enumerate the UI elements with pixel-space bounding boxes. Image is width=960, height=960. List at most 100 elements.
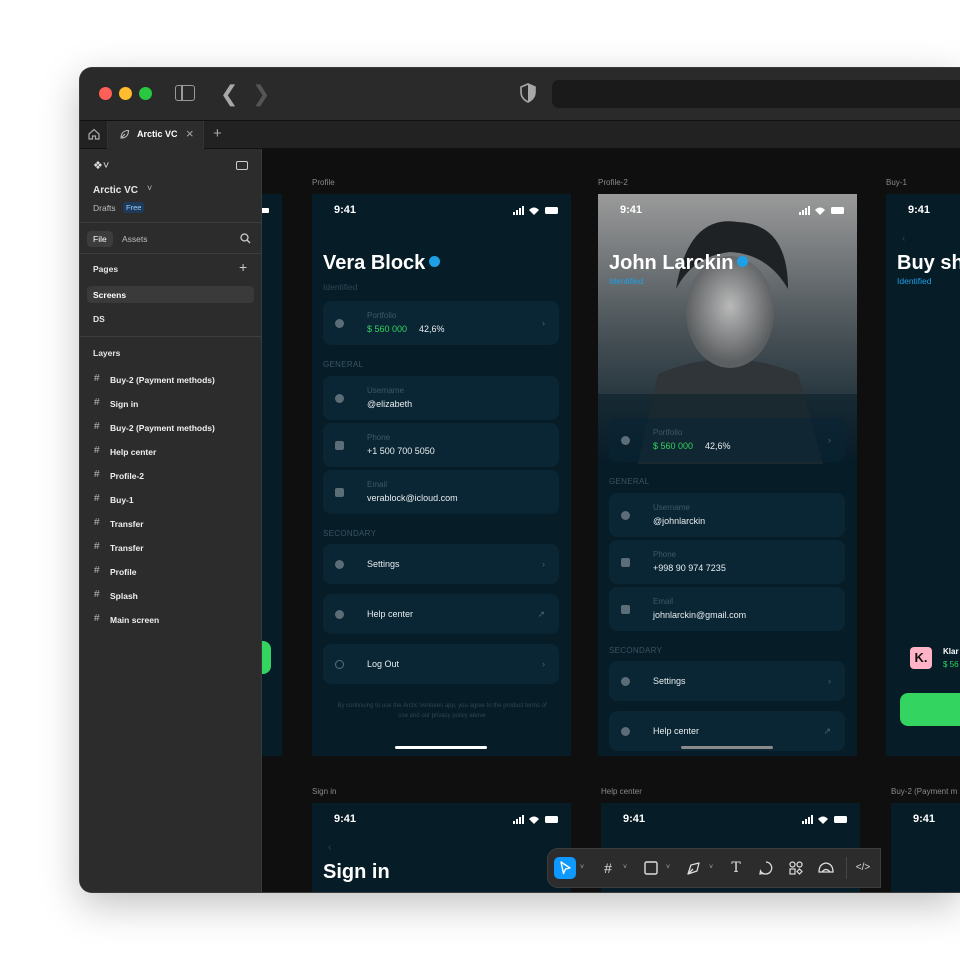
email-row[interactable]: Email johnlarckin@gmail.com	[609, 587, 845, 631]
settings-row[interactable]: Settings ›	[323, 544, 559, 584]
tab-assets[interactable]: Assets	[122, 234, 148, 244]
help-label: Help center	[653, 726, 700, 736]
frame-label-sign-in[interactable]: Sign in	[312, 787, 336, 796]
chevron-right-icon: ›	[828, 435, 831, 445]
status-time: 9:41	[334, 204, 357, 216]
forward-icon[interactable]: ❯	[252, 81, 270, 107]
tab-arctic-vc[interactable]: Arctic VC ×	[108, 121, 204, 149]
chevron-down-icon[interactable]: ˅	[709, 864, 713, 871]
frame-label-help-center[interactable]: Help center	[601, 787, 642, 796]
help-row[interactable]: Help center ↗	[323, 594, 559, 634]
chevron-down-icon[interactable]: ˅	[147, 183, 152, 193]
frame-profile[interactable]: 9:41 Vera Block Identified Portfolio $ 5…	[312, 194, 571, 756]
back-icon[interactable]: ❮	[220, 81, 238, 107]
phone-row[interactable]: Phone +1 500 700 5050	[323, 423, 559, 467]
logout-row[interactable]: Log Out ›	[323, 644, 559, 684]
layer-item[interactable]: Help center	[110, 447, 156, 457]
gear-icon	[621, 677, 630, 686]
phone-row[interactable]: Phone +998 90 974 7235	[609, 540, 845, 584]
layer-item[interactable]: Buy-2 (Payment methods)	[110, 375, 215, 385]
layer-item[interactable]: Sign in	[110, 399, 138, 409]
status-icons	[802, 815, 847, 824]
email-row[interactable]: Email verablock@icloud.com	[323, 470, 559, 514]
email-value: johnlarckin@gmail.com	[653, 610, 747, 620]
project-name[interactable]: Arctic VC	[93, 185, 138, 196]
tab-file[interactable]: File	[87, 231, 113, 247]
frame-profile-2[interactable]: 9:41 John Larckin Identified Portfolio $…	[598, 194, 857, 756]
settings-row[interactable]: Settings ›	[609, 661, 845, 701]
tab-bar: Arctic VC × +	[80, 120, 960, 149]
chevron-down-icon[interactable]: ˅	[623, 864, 627, 871]
actions-tool-icon[interactable]	[815, 857, 837, 879]
klarna-logo: K.	[910, 647, 932, 669]
text-tool-icon[interactable]: T	[725, 857, 747, 879]
frame-sign-in[interactable]: 9:41 ‹ Sign in	[312, 803, 571, 892]
portfolio-card[interactable]: Portfolio $ 560 000 42,6% ›	[609, 418, 845, 462]
frame-label-buy-1[interactable]: Buy-1	[886, 178, 907, 187]
verified-icon	[429, 256, 441, 268]
portfolio-label: Portfolio	[653, 428, 683, 437]
sidebar-toggle-icon[interactable]	[175, 85, 195, 101]
portfolio-card[interactable]: Portfolio $ 560 000 42,6% ›	[323, 301, 559, 345]
help-row[interactable]: Help center ↗	[609, 711, 845, 751]
panel-toggle-icon[interactable]	[236, 161, 248, 170]
dev-mode-icon[interactable]: </>	[852, 857, 874, 879]
home-tab[interactable]	[80, 121, 108, 149]
mail-icon	[621, 605, 630, 614]
maximize-window-button[interactable]	[139, 87, 152, 100]
layer-item[interactable]: Buy-2 (Payment methods)	[110, 423, 215, 433]
page-item-label: Screens	[93, 290, 127, 300]
page-item-ds[interactable]: DS	[93, 314, 105, 324]
gear-icon	[335, 560, 344, 569]
layer-item[interactable]: Splash	[110, 591, 138, 601]
pen-tool-icon[interactable]	[683, 857, 705, 879]
comment-tool-icon[interactable]	[755, 857, 777, 879]
move-tool-icon[interactable]	[554, 857, 576, 879]
leaf-icon	[120, 129, 130, 139]
frame-buy-1[interactable]: 9:41 ‹ Buy sh Identified K. Klar $ 56	[886, 194, 960, 756]
portfolio-value: $ 560 000	[653, 441, 694, 451]
search-icon[interactable]	[240, 233, 251, 244]
drafts-label[interactable]: Drafts	[93, 203, 116, 213]
logout-icon	[335, 660, 344, 669]
back-chevron-icon[interactable]: ‹	[902, 233, 905, 244]
identified-label: Identified	[897, 276, 932, 286]
layer-item[interactable]: Profile	[110, 567, 136, 577]
close-icon[interactable]: ×	[186, 126, 194, 141]
klarna-label: Klar	[943, 647, 959, 656]
username-row[interactable]: Username @johnlarckin	[609, 493, 845, 537]
frame-buy-2[interactable]: 9:41	[891, 803, 960, 892]
settings-label: Settings	[367, 559, 400, 569]
terms-footnote: By continuing to use the Arctic Ventures…	[337, 703, 547, 719]
shield-icon[interactable]	[520, 83, 536, 103]
frame-label-profile-2[interactable]: Profile-2	[598, 178, 628, 187]
status-time: 9:41	[334, 813, 357, 825]
buy-button[interactable]	[900, 693, 960, 726]
frame-icon: #	[94, 373, 100, 384]
back-chevron-icon[interactable]: ‹	[328, 842, 331, 853]
new-tab-button[interactable]: +	[213, 125, 222, 142]
frame-icon: #	[94, 469, 100, 480]
layer-item[interactable]: Transfer	[110, 543, 144, 553]
home-indicator	[681, 746, 773, 749]
layer-item[interactable]: Transfer	[110, 519, 144, 529]
username-row[interactable]: Username @elizabeth	[323, 376, 559, 420]
chevron-down-icon[interactable]: ˅	[666, 864, 670, 871]
add-page-button[interactable]: +	[239, 259, 247, 275]
page-item-screens[interactable]: Screens	[87, 286, 254, 303]
frame-label-buy-2[interactable]: Buy-2 (Payment m	[891, 787, 957, 796]
rectangle-tool-icon[interactable]	[640, 857, 662, 879]
layer-item[interactable]: Main screen	[110, 615, 159, 625]
close-window-button[interactable]	[99, 87, 112, 100]
logout-label: Log Out	[367, 659, 400, 669]
chevron-down-icon[interactable]: ˅	[580, 864, 584, 871]
figma-menu-icon[interactable]: ❖˅	[93, 159, 109, 172]
minimize-window-button[interactable]	[119, 87, 132, 100]
layer-item[interactable]: Buy-1	[110, 495, 134, 505]
portfolio-label: Portfolio	[367, 311, 397, 320]
address-bar[interactable]	[552, 80, 960, 108]
frame-label-profile[interactable]: Profile	[312, 178, 335, 187]
components-tool-icon[interactable]	[785, 857, 807, 879]
frame-tool-icon[interactable]: #	[597, 857, 619, 879]
layer-item[interactable]: Profile-2	[110, 471, 144, 481]
